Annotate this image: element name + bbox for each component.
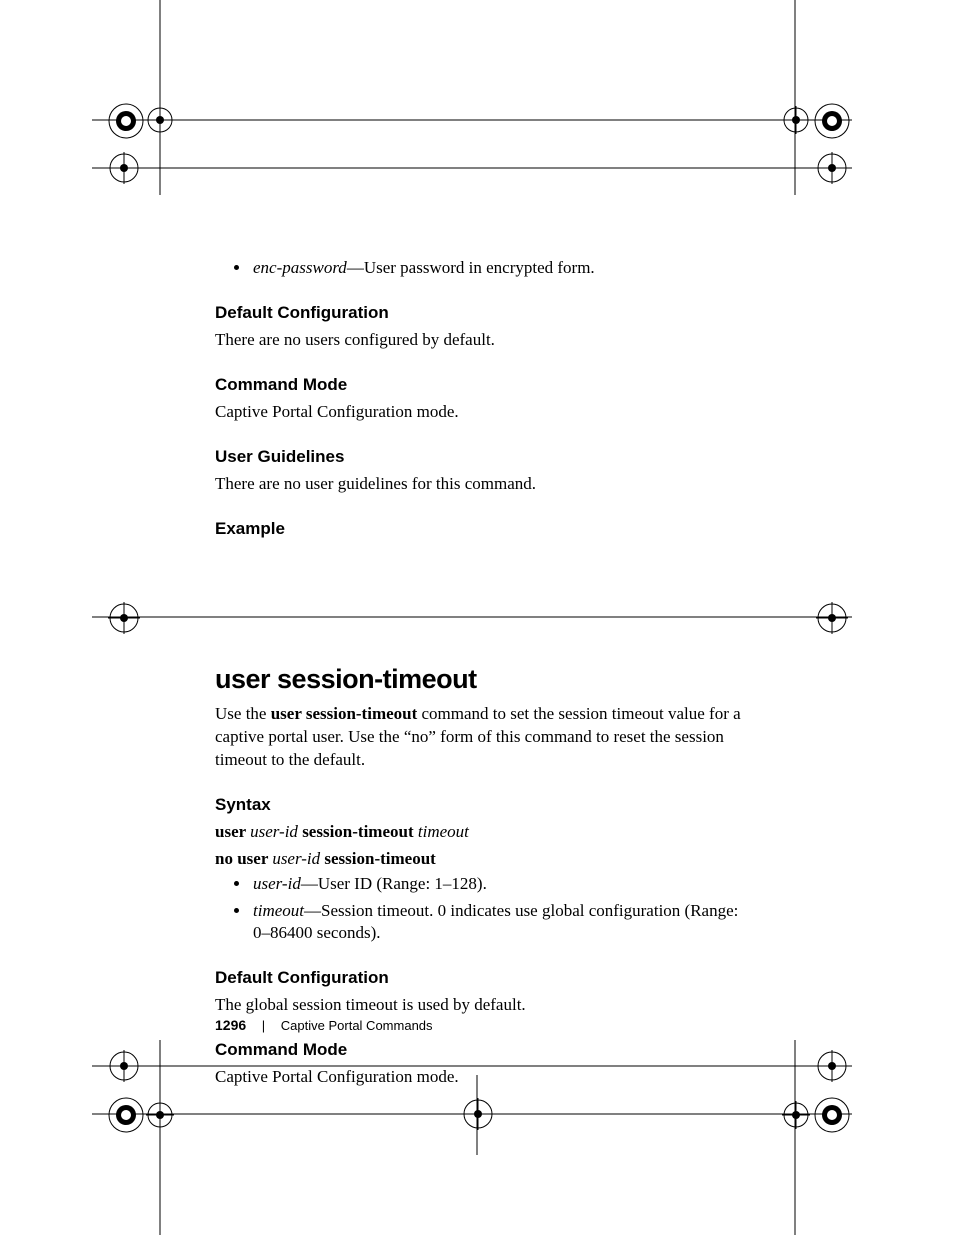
kw: session-timeout [298, 822, 418, 841]
page-number: 1296 [215, 1017, 246, 1033]
registration-mark-icon [814, 103, 850, 139]
footer-separator: | [262, 1018, 265, 1033]
registration-mark-icon [782, 106, 810, 134]
param-list-top: enc-password—User password in encrypted … [237, 257, 755, 280]
kw: user [215, 822, 250, 841]
registration-mark-icon [108, 103, 144, 139]
body-text: The global session timeout is used by de… [215, 994, 755, 1017]
kw: no user [215, 849, 272, 868]
heading-default-config: Default Configuration [215, 967, 755, 990]
registration-mark-icon [146, 106, 174, 134]
registration-mark-icon [814, 1097, 850, 1133]
page-content: enc-password—User password in encrypted … [215, 255, 755, 1091]
registration-mark-icon [816, 1050, 848, 1082]
heading-command-mode: Command Mode [215, 1039, 755, 1062]
registration-mark-icon [816, 602, 848, 634]
param-desc: —User ID (Range: 1–128). [301, 874, 487, 893]
body-text: There are no users configured by default… [215, 329, 755, 352]
registration-mark-icon [108, 1097, 144, 1133]
text-run: Use the [215, 704, 271, 723]
arg: user-id [272, 849, 320, 868]
registration-mark-icon [782, 1101, 810, 1129]
heading-syntax: Syntax [215, 794, 755, 817]
command-intro: Use the user session-timeout command to … [215, 703, 755, 772]
list-item: timeout—Session timeout. 0 indicates use… [251, 900, 755, 946]
param-desc: —Session timeout. 0 indicates use global… [253, 901, 738, 943]
list-item: user-id—User ID (Range: 1–128). [251, 873, 755, 896]
heading-default-config: Default Configuration [215, 302, 755, 325]
registration-mark-icon [816, 152, 848, 184]
body-text: Captive Portal Configuration mode. [215, 401, 755, 424]
registration-mark-icon [146, 1101, 174, 1129]
param-term: timeout [253, 901, 304, 920]
heading-user-guidelines: User Guidelines [215, 446, 755, 469]
param-term: user-id [253, 874, 301, 893]
footer-section-title: Captive Portal Commands [281, 1018, 433, 1033]
registration-mark-icon [108, 602, 140, 634]
registration-mark-icon [108, 152, 140, 184]
page-footer: 1296 | Captive Portal Commands [215, 1017, 433, 1033]
heading-example: Example [215, 518, 755, 541]
arg: user-id [250, 822, 298, 841]
syntax-usage: user user-id session-timeout timeout [215, 821, 755, 844]
arg: timeout [418, 822, 469, 841]
param-list: user-id—User ID (Range: 1–128). timeout—… [237, 873, 755, 946]
kw: session-timeout [320, 849, 436, 868]
body-text: There are no user guidelines for this co… [215, 473, 755, 496]
param-desc: —User password in encrypted form. [347, 258, 595, 277]
text-run-bold: user session-timeout [271, 704, 418, 723]
syntax-no-form: no user user-id session-timeout [215, 848, 755, 871]
registration-mark-icon [108, 1050, 140, 1082]
param-term: enc-password [253, 258, 347, 277]
command-title: user session-timeout [215, 661, 755, 697]
heading-command-mode: Command Mode [215, 374, 755, 397]
registration-mark-icon [462, 1098, 494, 1130]
list-item: enc-password—User password in encrypted … [251, 257, 755, 280]
body-text: Captive Portal Configuration mode. [215, 1066, 755, 1089]
